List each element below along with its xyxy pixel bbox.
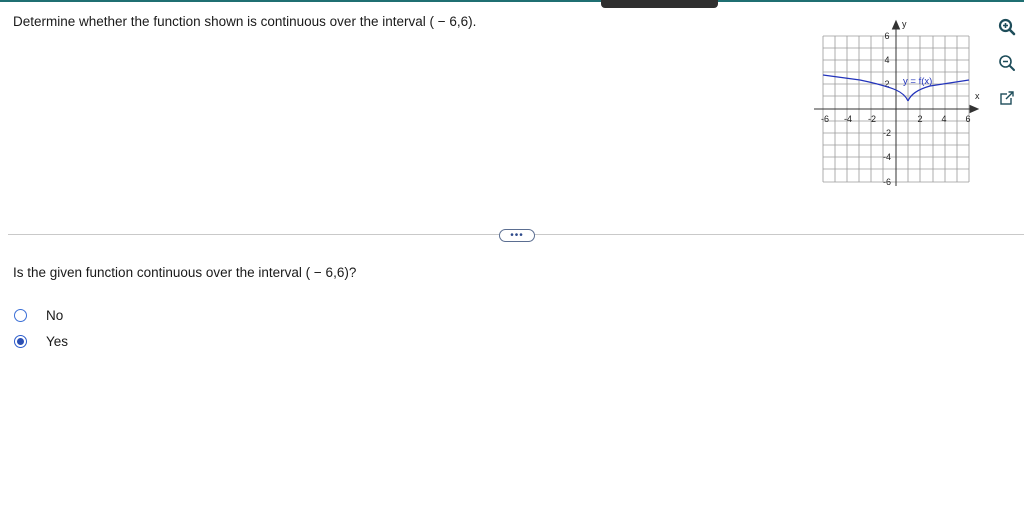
y-tick-label: -4 — [883, 152, 891, 162]
popout-button[interactable] — [996, 88, 1018, 110]
x-tick-label: -2 — [868, 114, 876, 124]
y-tick-label: 6 — [884, 31, 889, 41]
function-graph: y x -6 -4 -2 2 4 6 6 4 2 -2 -4 -6 y = f(… — [814, 19, 980, 187]
option-label: No — [46, 308, 64, 323]
zoom-out-icon — [999, 55, 1015, 71]
x-axis-label: x — [975, 91, 980, 101]
zoom-in-icon — [998, 18, 1016, 36]
external-link-icon — [1000, 91, 1015, 105]
radio-yes[interactable] — [14, 335, 27, 348]
option-yes[interactable]: Yes — [14, 334, 68, 349]
top-border — [0, 0, 1024, 2]
sub-question-text: Is the given function continuous over th… — [13, 265, 357, 280]
top-handle-tab[interactable] — [601, 0, 718, 8]
y-tick-label: 4 — [884, 55, 889, 65]
y-axis-label: y — [902, 19, 907, 29]
zoom-out-button[interactable] — [996, 52, 1018, 74]
question-text: Determine whether the function shown is … — [13, 14, 477, 29]
option-label: Yes — [46, 334, 69, 349]
y-tick-label: -6 — [883, 177, 891, 187]
zoom-in-button[interactable] — [996, 16, 1018, 38]
more-button[interactable]: ••• — [499, 229, 535, 242]
x-tick-label: -6 — [821, 114, 829, 124]
x-tick-label: 2 — [917, 114, 922, 124]
radio-no[interactable] — [14, 309, 27, 322]
function-label: y = f(x) — [903, 76, 932, 87]
x-tick-label: -4 — [844, 114, 852, 124]
option-no[interactable]: No — [14, 308, 63, 323]
x-tick-label: 4 — [941, 114, 946, 124]
graph-axes — [814, 19, 980, 186]
radio-selected-dot — [17, 338, 24, 345]
y-tick-label: -2 — [883, 128, 891, 138]
x-tick-label: 6 — [965, 114, 970, 124]
function-curve-left — [822, 74, 909, 102]
